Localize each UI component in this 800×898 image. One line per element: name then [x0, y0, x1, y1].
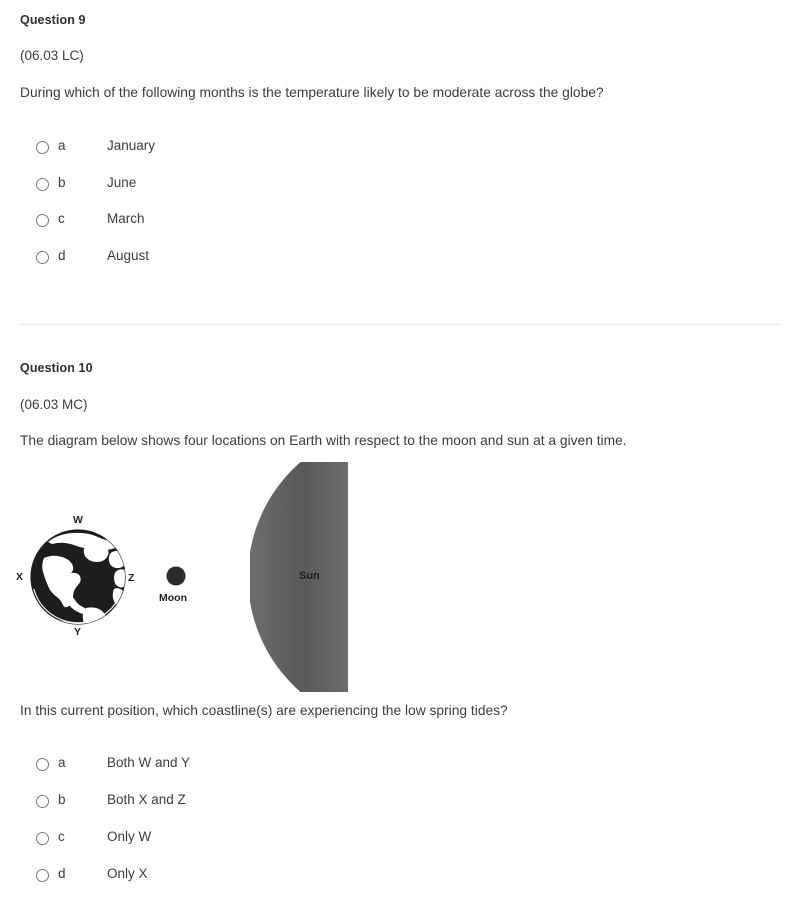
quiz-page: Question 9 (06.03 LC) During which of th… — [0, 0, 800, 898]
option-letter-9d: d — [58, 248, 66, 263]
option-text-9a: January — [107, 138, 156, 153]
option-text-10a: Both W and Y — [107, 755, 191, 770]
sun-label: Sun — [299, 570, 320, 582]
option-text-10b: Both X and Z — [107, 792, 186, 807]
question-code-9: (06.03 LC) — [20, 48, 84, 63]
question-stem-10-followup: In this current position, which coastlin… — [20, 703, 508, 718]
moon-label: Moon — [159, 592, 187, 604]
earth-moon-sun-diagram: W X Z Y Moon Sun — [0, 462, 420, 692]
option-letter-9b: b — [58, 175, 66, 190]
option-letter-10c: c — [58, 829, 65, 844]
radio-10b[interactable] — [36, 795, 49, 808]
earth-label-w: W — [73, 514, 83, 526]
option-letter-10d: d — [58, 866, 66, 881]
option-text-10d: Only X — [107, 866, 148, 881]
radio-9d[interactable] — [36, 251, 49, 264]
radio-10c[interactable] — [36, 832, 49, 845]
radio-10a[interactable] — [36, 758, 49, 771]
question-number-10: Question 10 — [20, 361, 93, 375]
option-text-9b: June — [107, 175, 137, 190]
option-text-9c: March — [107, 211, 145, 226]
option-text-10c: Only W — [107, 829, 152, 844]
option-letter-9a: a — [58, 138, 66, 153]
option-letter-10a: a — [58, 755, 66, 770]
earth-label-x: X — [16, 571, 24, 583]
moon-shape — [166, 566, 186, 586]
question-number-9: Question 9 — [20, 13, 86, 27]
earth-label-z: Z — [128, 572, 135, 584]
question-divider — [20, 324, 780, 325]
radio-9b[interactable] — [36, 178, 49, 191]
question-stem-10: The diagram below shows four locations o… — [20, 433, 627, 448]
radio-9a[interactable] — [36, 141, 49, 154]
question-stem-9: During which of the following months is … — [20, 85, 604, 100]
question-code-10: (06.03 MC) — [20, 397, 88, 412]
option-text-9d: August — [107, 248, 150, 263]
option-letter-9c: c — [58, 211, 65, 226]
option-letter-10b: b — [58, 792, 66, 807]
earth-label-y: Y — [74, 626, 82, 638]
diagram-svg — [30, 462, 348, 692]
radio-10d[interactable] — [36, 869, 49, 882]
sun-shape — [250, 462, 348, 692]
radio-9c[interactable] — [36, 214, 49, 227]
